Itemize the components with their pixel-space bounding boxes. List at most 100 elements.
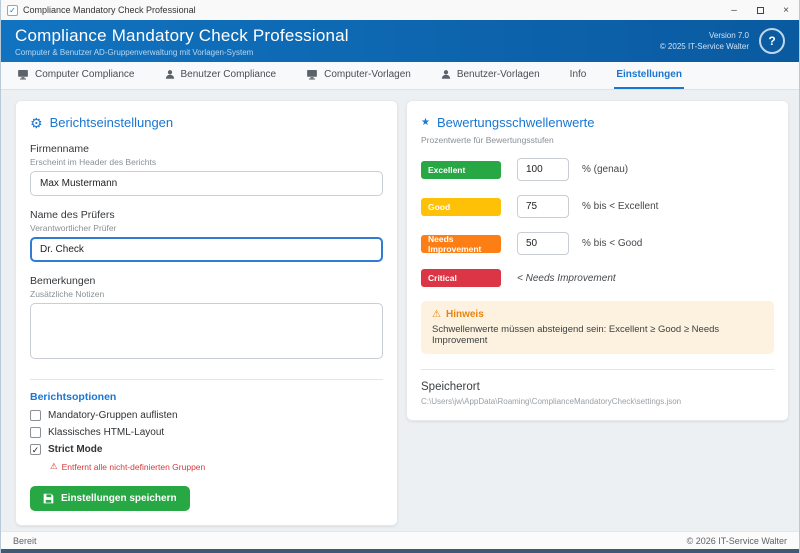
tab-benutzer-compliance[interactable]: Benutzer Compliance (163, 62, 279, 89)
field-firmenname: Firmenname Erscheint im Header des Berich… (30, 143, 383, 196)
threshold-suffix: < Needs Improvement (517, 272, 616, 284)
fields-container: Firmenname Erscheint im Header des Berich… (30, 143, 383, 364)
status-bar: Bereit © 2026 IT-Service Walter (1, 531, 799, 549)
tab-computer-compliance[interactable]: Computer Compliance (15, 62, 137, 89)
close-button[interactable]: × (773, 0, 799, 20)
minimize-button[interactable]: – (721, 0, 747, 20)
version-label: Version 7.0 (708, 31, 749, 40)
strict-mode-warning: ⚠ Entfernt alle nicht-definierten Gruppen (50, 461, 383, 472)
app-icon: ✓ (7, 4, 18, 16)
save-icon (43, 493, 54, 504)
badge-excellent: Excellent (421, 160, 501, 179)
header-titles: Compliance Mandatory Check Professional … (15, 26, 349, 57)
thresholds-card: ★ Bewertungsschwellenwerte Prozentwerte … (406, 100, 789, 421)
threshold-suffix: % bis < Good (582, 238, 643, 249)
options-title: Berichtsoptionen (30, 391, 117, 403)
statusbar-copyright: © 2026 IT-Service Walter (686, 535, 787, 546)
tab-label: Einstellungen (616, 69, 682, 80)
needs-improvement-threshold-input[interactable] (517, 232, 569, 255)
tab-info[interactable]: Info (568, 62, 589, 89)
warning-icon: ⚠ (50, 461, 58, 471)
field-label: Firmenname (30, 143, 89, 155)
tab-label: Benutzer-Vorlagen (456, 69, 540, 80)
app-window: ✓ Compliance Mandatory Check Professiona… (0, 0, 800, 553)
threshold-row-needs-improvement: Needs Improvement % bis < Good (421, 232, 774, 255)
save-settings-button[interactable]: Einstellungen speichern (30, 486, 190, 511)
titlebar: ✓ Compliance Mandatory Check Professiona… (1, 0, 799, 20)
thresholds-title: ★ Bewertungsschwellenwerte (421, 115, 774, 130)
field-name-des-pr-fers: Name des Prüfers Verantwortlicher Prüfer (30, 209, 383, 262)
storage-title: Speicherort (421, 381, 480, 393)
warning-icon: ⚠ (432, 309, 441, 320)
checkbox-checked-icon[interactable]: ✓ (30, 444, 41, 455)
user-icon (165, 69, 175, 80)
tab-benutzer-vorlagen[interactable]: Benutzer-Vorlagen (439, 62, 542, 89)
computer-icon (306, 69, 318, 80)
threshold-row-good: Good % bis < Excellent (421, 195, 774, 218)
notice-title-text: Hinweis (445, 309, 484, 320)
threshold-rows: Excellent % (genau) Good % bis < Excellent N… (421, 158, 774, 287)
help-button[interactable]: ? (759, 28, 785, 54)
bemerkungen-input[interactable] (30, 303, 383, 359)
header-title: Compliance Mandatory Check Professional (15, 25, 349, 45)
field-hint: Erscheint im Header des Berichts (30, 157, 157, 167)
tab-bar: Computer Compliance Benutzer Compliance Co… (1, 62, 799, 90)
user-icon (441, 69, 451, 80)
checkbox-icon[interactable] (30, 410, 41, 421)
maximize-button[interactable] (747, 0, 773, 20)
options-container: Mandatory-Gruppen auflisten Klassisches H… (30, 410, 383, 472)
report-settings-title-text: Berichtseinstellungen (49, 115, 174, 130)
tab-computer-vorlagen[interactable]: Computer-Vorlagen (304, 62, 413, 89)
field-hint: Zusätzliche Notizen (30, 289, 105, 299)
divider (30, 379, 383, 380)
computer-icon (17, 69, 29, 80)
app-header: Compliance Mandatory Check Professional … (1, 20, 799, 62)
header-right: Version 7.0 © 2025 IT-Service Walter ? (660, 28, 785, 54)
field-label: Name des Prüfers (30, 209, 115, 221)
header-copyright: © 2025 IT-Service Walter (659, 42, 749, 51)
notice-title: ⚠ Hinweis (432, 309, 763, 320)
report-settings-card: ⚙ Berichtseinstellungen Firmenname Ersche… (15, 100, 398, 526)
excellent-threshold-input[interactable] (517, 158, 569, 181)
tab-label: Computer-Vorlagen (324, 69, 411, 80)
option-label: Mandatory-Gruppen auflisten (48, 410, 178, 421)
storage-path: C:\Users\jw\AppData\Roaming\ComplianceMa… (421, 397, 682, 406)
option-label: Strict Mode (48, 444, 103, 455)
option-strict-mode[interactable]: ✓ Strict Mode (30, 444, 383, 455)
threshold-suffix: % bis < Excellent (582, 201, 659, 212)
firmenname-input[interactable] (30, 171, 383, 196)
status-text: Bereit (13, 535, 37, 546)
checkbox-icon[interactable] (30, 427, 41, 438)
notice-box: ⚠ Hinweis Schwellenwerte müssen absteige… (421, 301, 774, 354)
threshold-row-excellent: Excellent % (genau) (421, 158, 774, 181)
badge-critical: Critical (421, 269, 501, 287)
notice-text: Schwellenwerte müssen absteigend sein: E… (432, 324, 720, 346)
badge-needs-improvement: Needs Improvement (421, 234, 501, 254)
option-mandatory-gruppen-auflisten[interactable]: Mandatory-Gruppen auflisten (30, 410, 383, 421)
name-des-pr-fers-input[interactable] (30, 237, 383, 262)
save-button-label: Einstellungen speichern (61, 493, 177, 504)
content-area: ⚙ Berichtseinstellungen Firmenname Ersche… (1, 90, 799, 531)
option-label: Klassisches HTML-Layout (48, 427, 165, 438)
field-label: Bemerkungen (30, 275, 96, 287)
version-block: Version 7.0 © 2025 IT-Service Walter (660, 30, 749, 52)
thresholds-title-text: Bewertungsschwellenwerte (436, 115, 595, 130)
good-threshold-input[interactable] (517, 195, 569, 218)
field-hint: Verantwortlicher Prüfer (30, 223, 117, 233)
divider (421, 369, 774, 370)
tab-einstellungen[interactable]: Einstellungen (614, 62, 684, 89)
window-border-bottom (1, 549, 799, 553)
field-bemerkungen: Bemerkungen Zusätzliche Notizen (30, 275, 383, 364)
report-settings-title: ⚙ Berichtseinstellungen (30, 115, 383, 130)
tab-label: Benutzer Compliance (180, 69, 277, 80)
star-icon: ★ (421, 116, 430, 128)
gear-icon: ⚙ (30, 114, 43, 131)
titlebar-title: Compliance Mandatory Check Professional (23, 5, 196, 15)
header-subtitle: Computer & Benutzer AD-Gruppenverwaltung… (15, 47, 254, 57)
threshold-row-critical: Critical < Needs Improvement (421, 269, 774, 287)
threshold-suffix: % (genau) (582, 164, 629, 175)
option-klassisches-html-layout[interactable]: Klassisches HTML-Layout (30, 427, 383, 438)
badge-good: Good (421, 197, 501, 216)
warning-text: Entfernt alle nicht-definierten Gruppen (61, 461, 206, 472)
tab-label: Computer Compliance (35, 69, 135, 80)
